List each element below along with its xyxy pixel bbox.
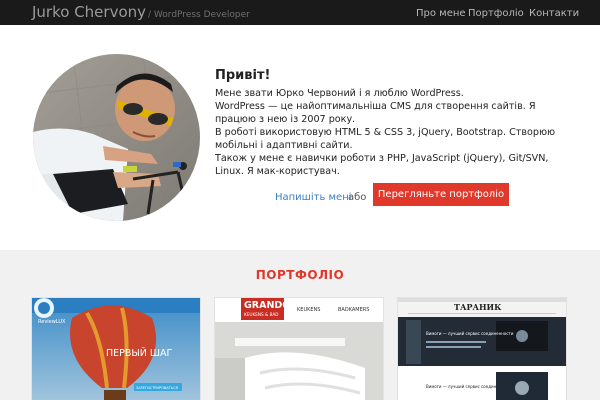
brand-name[interactable]: Jurko Chervony	[32, 3, 146, 21]
hero-paragraph: WordPress — це найоптимальніша CMS для с…	[215, 101, 536, 125]
card-logo-text: ТАРАНИК	[454, 302, 502, 312]
card-logo-text: GRANDO	[244, 300, 290, 311]
hero-paragraph: Мене звати Юрко Червоний і я люблю WordP…	[215, 88, 464, 99]
contact-me-link[interactable]: Напишіть мені	[275, 192, 352, 203]
portfolio-thumbnail: ТАРАНИК Вимоги — лучший сервис соединенн…	[398, 298, 566, 400]
view-portfolio-button[interactable]: Перегляньте портфоліо	[373, 183, 509, 206]
hero-text: Мене звати Юрко Червоний і я люблю WordP…	[215, 87, 575, 178]
card-menu-item: BADKAMERS	[338, 307, 369, 313]
portfolio-card-grando[interactable]: GRANDO KEUKENS & BAD KEUKENS BADKAMERS	[215, 298, 383, 400]
card-logo-text: ReviewLUX	[38, 319, 66, 325]
portfolio-thumbnail: GRANDO KEUKENS & BAD KEUKENS BADKAMERS	[215, 298, 383, 400]
hero-paragraph: Також у мене є навички роботи з PHP, Jav…	[215, 153, 549, 177]
top-navbar: Jurko Chervony / WordPress Developer Про …	[0, 0, 600, 25]
nav-item-about[interactable]: Про мене	[416, 8, 466, 19]
brand[interactable]: Jurko Chervony / WordPress Developer	[32, 3, 250, 21]
card-heading: Вимоги — лучший сервис соединенности	[426, 331, 514, 336]
portfolio-thumbnail: ReviewLUX ПЕРВЫЙ ШАГ ЗАРЕГИСТРИРОВАТЬСЯ	[32, 298, 200, 400]
hero-title: Привіт!	[215, 68, 271, 83]
hero-section: Привіт! Мене звати Юрко Червоний і я люб…	[0, 25, 600, 250]
nav-item-portfolio[interactable]: Портфоліо	[468, 8, 524, 19]
hero-paragraph: В роботі використовую HTML 5 & CSS 3, jQ…	[215, 127, 556, 151]
card-logo-subtext: KEUKENS & BAD	[244, 312, 279, 317]
avatar-photo	[33, 54, 200, 221]
portfolio-section: ПОРТФОЛІО ReviewLUX ПЕРВЫЙ ШАГ ЗАРЕГИСТР…	[0, 250, 600, 400]
nav-item-contacts[interactable]: Контакти	[529, 8, 579, 19]
or-text: або	[348, 192, 367, 203]
portfolio-card-reviewlux[interactable]: ReviewLUX ПЕРВЫЙ ШАГ ЗАРЕГИСТРИРОВАТЬСЯ	[32, 298, 200, 400]
card-menu-item: KEUKENS	[297, 307, 320, 313]
avatar	[33, 54, 200, 221]
card-cta: ЗАРЕГИСТРИРОВАТЬСЯ	[136, 386, 179, 390]
portfolio-card-taranik[interactable]: ТАРАНИК Вимоги — лучший сервис соединенн…	[398, 298, 566, 400]
brand-subtitle: / WordPress Developer	[148, 10, 250, 20]
card-headline: ПЕРВЫЙ ШАГ	[106, 347, 173, 359]
portfolio-title: ПОРТФОЛІО	[255, 268, 345, 282]
